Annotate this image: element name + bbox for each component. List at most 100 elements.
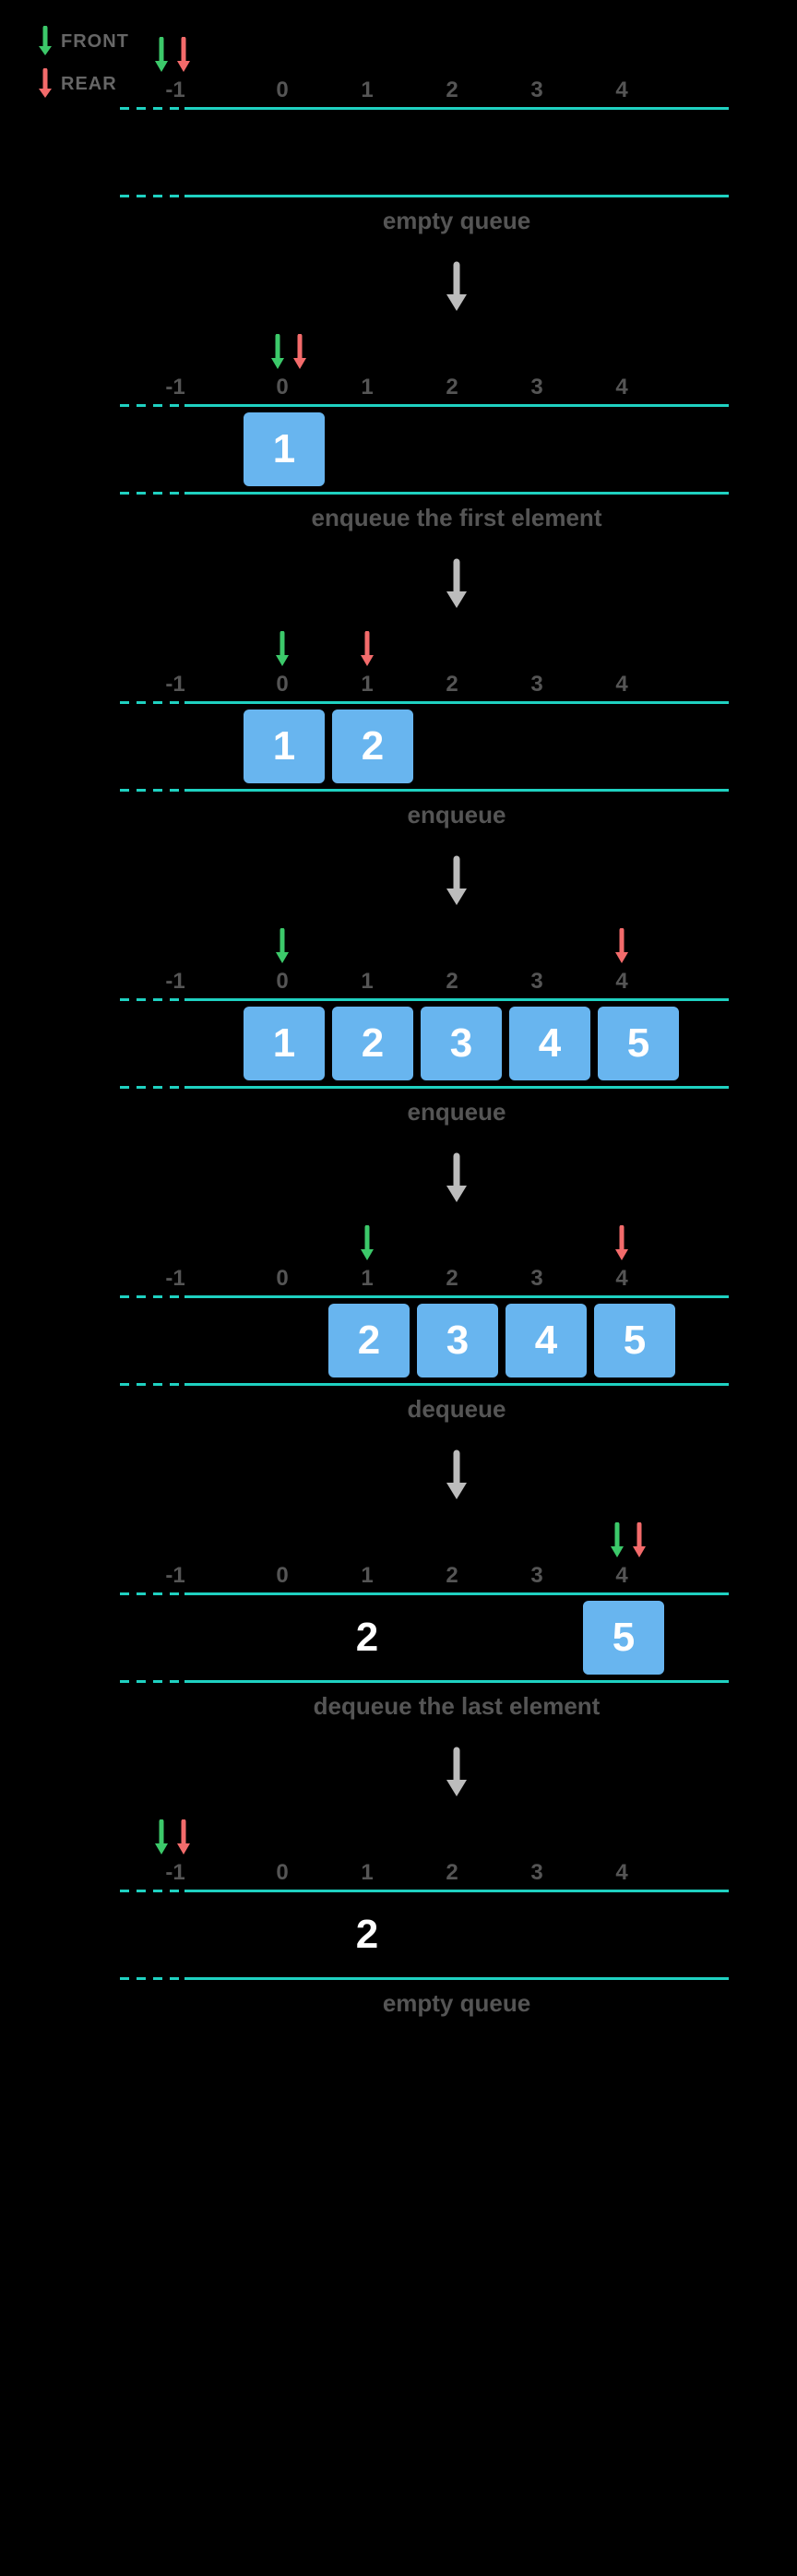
queue-cell-empty	[502, 704, 587, 789]
step-caption: dequeue	[184, 1395, 729, 1424]
queue-cell-empty	[498, 407, 583, 492]
pointer-row	[184, 37, 729, 78]
queue-cell-empty	[240, 1595, 325, 1680]
index-neg1: -1	[148, 672, 203, 698]
axis-line-bottom	[184, 492, 729, 495]
legend-front: FRONT	[37, 26, 129, 57]
queue-cell-empty	[410, 1595, 494, 1680]
step-caption: empty queue	[184, 207, 729, 235]
front-pointer-icon	[153, 1819, 170, 1861]
queue-cell-empty	[240, 110, 325, 195]
index-label: 0	[240, 1563, 325, 1589]
pointer-row	[184, 1522, 729, 1563]
front-pointer-icon	[274, 631, 291, 673]
queue-cell-filled: 2	[330, 1005, 415, 1082]
front-pointer-icon	[153, 37, 170, 78]
queue-cell-empty	[494, 110, 579, 195]
queue-cell-empty	[494, 1892, 579, 1977]
index-label: 0	[240, 375, 325, 400]
queue-cell-empty	[410, 110, 494, 195]
queue-cell-empty	[494, 1595, 579, 1680]
index-row: -101234	[184, 1268, 729, 1295]
index-label: 2	[410, 1563, 494, 1589]
cells-row	[184, 110, 729, 195]
front-pointer-icon	[274, 928, 291, 970]
index-label: 2	[410, 1860, 494, 1886]
axis-line-top	[184, 1890, 729, 1892]
queue-step: -10123412345	[184, 919, 729, 1089]
index-row: -101234	[184, 971, 729, 998]
cells-row: 1	[184, 407, 729, 492]
index-label: 0	[240, 78, 325, 103]
rear-pointer-icon	[613, 928, 630, 970]
queue-cell-filled: 1	[242, 411, 327, 488]
index-label: 4	[579, 375, 664, 400]
index-label: 0	[240, 969, 325, 995]
queue-cell-filled: 1	[242, 708, 327, 785]
index-row: -101234	[184, 79, 729, 107]
index-label: 2	[410, 78, 494, 103]
index-label: 1	[325, 1266, 410, 1292]
queue-step: -101234	[184, 28, 729, 197]
cells-row: 25	[184, 1595, 729, 1680]
index-label: 1	[325, 672, 410, 698]
index-label: 1	[325, 969, 410, 995]
legend: FRONT REAR	[37, 26, 129, 111]
queue-cell-filled: 3	[415, 1302, 500, 1379]
queue-cell-filled: 5	[592, 1302, 677, 1379]
index-label: 4	[579, 1266, 664, 1292]
index-label: 4	[579, 672, 664, 698]
rear-pointer-icon	[613, 1225, 630, 1267]
queue-cell-empty	[579, 1892, 664, 1977]
queue-cell-filled: 2	[330, 708, 415, 785]
queue-cell-empty	[410, 1892, 494, 1977]
index-label: 0	[240, 672, 325, 698]
index-label: 0	[240, 1860, 325, 1886]
axis-line-top	[184, 1592, 729, 1595]
index-label: 1	[325, 1860, 410, 1886]
steps-container: -101234empty queue-1012341enqueue the fi…	[0, 28, 797, 2018]
queue-cell-filled: 5	[596, 1005, 681, 1082]
pointer-row	[184, 928, 729, 969]
index-label: 3	[494, 78, 579, 103]
queue-cell-ghost: 2	[325, 1892, 410, 1977]
axis-line-top	[184, 1295, 729, 1298]
rear-pointer-icon	[175, 37, 192, 78]
index-label: 4	[579, 1563, 664, 1589]
index-label: 3	[494, 375, 579, 400]
index-label: 3	[494, 1860, 579, 1886]
queue-cell-filled: 4	[507, 1005, 592, 1082]
rear-arrow-icon	[37, 68, 54, 100]
axis-line-bottom	[184, 1680, 729, 1683]
index-neg1: -1	[148, 1860, 203, 1886]
queue-step: -1012342	[184, 1810, 729, 1980]
front-pointer-icon	[359, 1225, 375, 1267]
queue-cell-empty	[583, 407, 668, 492]
index-neg1: -1	[148, 1563, 203, 1589]
queue-cell-empty	[579, 110, 664, 195]
index-label: 1	[325, 375, 410, 400]
transition-arrow-icon	[184, 235, 729, 325]
legend-front-label: FRONT	[61, 31, 129, 53]
index-label: 3	[494, 672, 579, 698]
axis-line-top	[184, 998, 729, 1001]
queue-cell-filled: 1	[242, 1005, 327, 1082]
axis-line-bottom	[184, 789, 729, 792]
axis-line-top	[184, 701, 729, 704]
index-row: -101234	[184, 1862, 729, 1890]
index-label: 2	[410, 672, 494, 698]
pointer-row	[184, 334, 729, 375]
axis-line-top	[184, 404, 729, 407]
cells-row: 2345	[184, 1298, 729, 1383]
index-label: 1	[325, 78, 410, 103]
queue-cell-filled: 5	[581, 1599, 666, 1676]
rear-pointer-icon	[291, 334, 308, 376]
queue-cell-empty	[328, 407, 413, 492]
queue-step: -1012341	[184, 325, 729, 495]
index-row: -101234	[184, 674, 729, 701]
transition-arrow-icon	[184, 1127, 729, 1216]
index-row: -101234	[184, 376, 729, 404]
index-neg1: -1	[148, 78, 203, 103]
index-label: 2	[410, 969, 494, 995]
index-label: 4	[579, 1860, 664, 1886]
